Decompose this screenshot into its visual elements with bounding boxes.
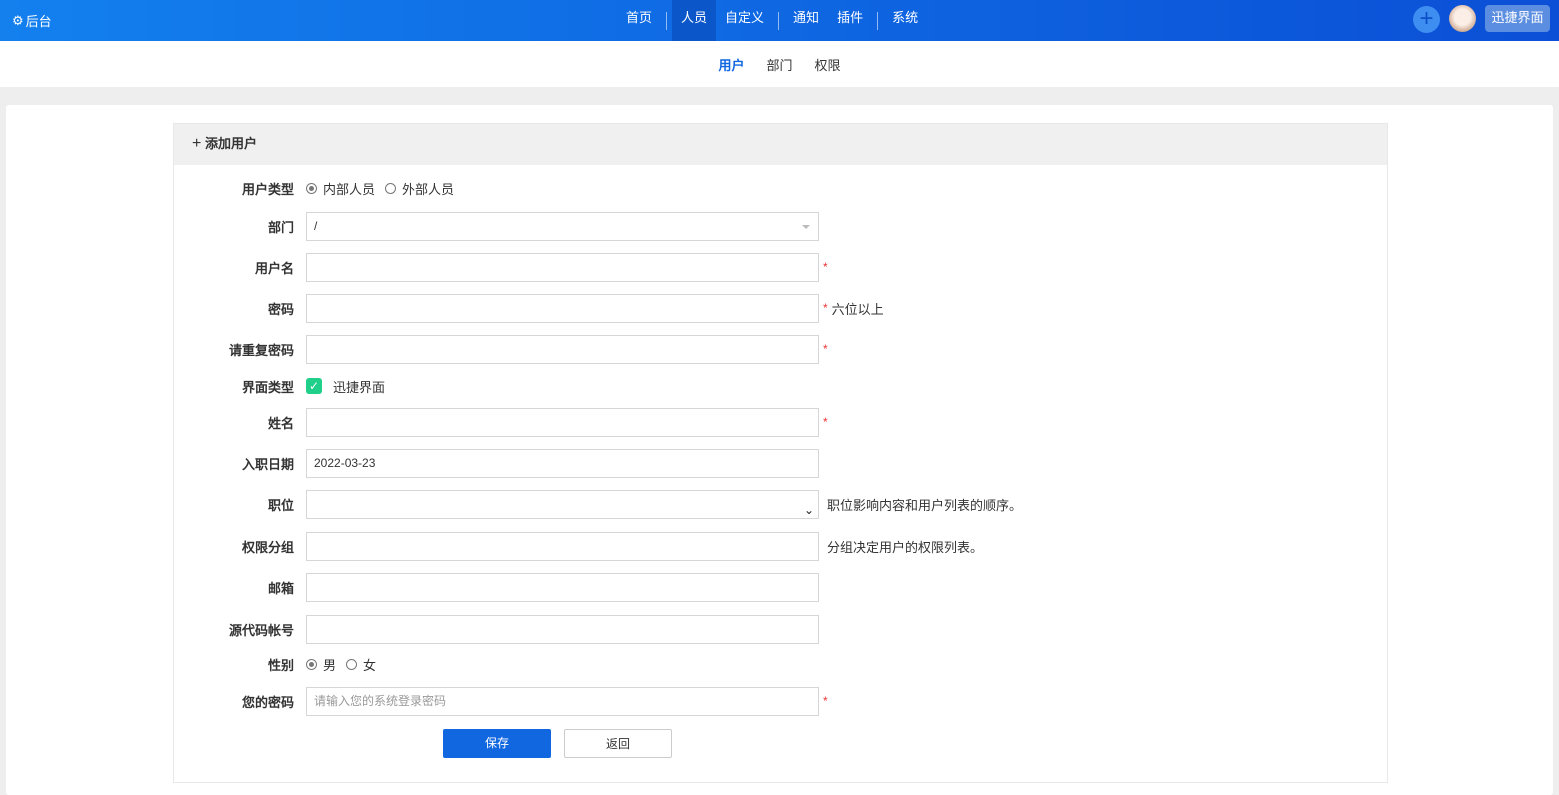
row-name: 姓名 * [174, 407, 828, 437]
required-mark: * [823, 342, 828, 356]
label: 权限分组 [241, 539, 294, 555]
nav-plugins[interactable]: 插件 [828, 0, 872, 41]
row-position: 职位 ⌄ 职位影响内容和用户列表的顺序。 [174, 489, 1023, 519]
main-nav: 首页 人员 自定义 通知 插件 系统 [617, 0, 927, 41]
my-password-input[interactable]: 请输入您的系统登录密码 [306, 686, 819, 716]
dept-select[interactable]: / [306, 211, 819, 241]
nav-people[interactable]: 人员 [672, 0, 717, 41]
email-input[interactable] [306, 572, 819, 602]
row-ui-type: 界面类型 ✓ 迅捷界面 [174, 372, 385, 400]
label: 姓名 [267, 415, 294, 431]
code-account-input[interactable] [306, 614, 819, 644]
subnav-departments[interactable]: 部门 [766, 55, 792, 74]
nav-divider [666, 11, 668, 30]
join-date-input[interactable]: 2022-03-23 [306, 448, 819, 478]
row-password2: 请重复密码 * [174, 334, 828, 364]
label: 邮箱 [267, 580, 294, 596]
checkbox-label: 迅捷界面 [333, 379, 386, 395]
radio-internal[interactable] [306, 182, 317, 194]
chevron-down-icon: ⌄ [803, 502, 814, 517]
label: 用户名 [254, 260, 294, 276]
gear-icon: ⚙ [12, 12, 24, 28]
radio-label: 男 [323, 657, 337, 673]
radio-external[interactable] [385, 182, 397, 194]
password-input[interactable] [306, 293, 819, 323]
radio-female[interactable] [346, 658, 358, 670]
sub-nav: 用户 部门 权限 [0, 41, 1559, 87]
nav-notify[interactable]: 通知 [784, 0, 828, 41]
admin-home-link[interactable]: ⚙ 后台 [12, 11, 52, 30]
row-join-date: 入职日期 2022-03-23 [174, 448, 819, 478]
nav-custom[interactable]: 自定义 [716, 0, 773, 41]
nav-divider [877, 11, 879, 30]
row-username: 用户名 * [174, 252, 828, 282]
row-code-account: 源代码帐号 [174, 614, 819, 644]
hint: 分组决定用户的权限列表。 [827, 539, 984, 555]
row-perm-group: 权限分组 分组决定用户的权限列表。 [174, 531, 984, 561]
hint: 职位影响内容和用户列表的顺序。 [827, 497, 1023, 513]
nav-system[interactable]: 系统 [883, 0, 927, 41]
subnav-users[interactable]: 用户 [718, 55, 744, 74]
row-user-type: 用户类型 内部人员 外部人员 [174, 174, 464, 202]
content-card: + 添加用户 用户类型 内部人员 外部人员 部门 / 用户名 * 密码 * 六位以… [6, 105, 1553, 795]
dept-value: / [314, 218, 318, 233]
radio-label: 内部人员 [323, 181, 376, 197]
row-my-password: 您的密码 请输入您的系统登录密码 * [174, 686, 828, 716]
row-password: 密码 * 六位以上 [174, 293, 884, 323]
panel-title: 添加用户 [204, 136, 257, 151]
back-button[interactable]: 返回 [564, 729, 672, 758]
avatar[interactable] [1449, 5, 1476, 32]
label: 密码 [267, 301, 294, 317]
label: 请重复密码 [228, 342, 294, 358]
username-input[interactable] [306, 252, 819, 282]
quick-ui-checkbox[interactable]: ✓ [306, 378, 322, 394]
required-mark: * [823, 694, 828, 708]
save-button[interactable]: 保存 [443, 729, 551, 758]
radio-male[interactable] [306, 658, 317, 670]
panel-header: + 添加用户 [174, 124, 1387, 165]
repeat-password-input[interactable] [306, 334, 819, 364]
quick-ui-button[interactable]: 迅捷界面 [1485, 5, 1550, 32]
position-select[interactable]: ⌄ [306, 489, 819, 519]
required-mark: * [823, 415, 828, 429]
nav-divider [778, 11, 780, 30]
row-email: 邮箱 [174, 572, 819, 602]
label: 您的密码 [241, 694, 294, 710]
perm-group-input[interactable] [306, 531, 819, 561]
add-user-panel: + 添加用户 用户类型 内部人员 外部人员 部门 / 用户名 * 密码 * 六位以… [173, 123, 1388, 783]
label: 部门 [267, 219, 294, 235]
label: 源代码帐号 [228, 622, 294, 638]
required-mark: * [823, 301, 828, 315]
label: 入职日期 [241, 456, 294, 472]
nav-home[interactable]: 首页 [617, 0, 661, 41]
required-mark: * [823, 260, 828, 274]
plus-icon: + [192, 135, 202, 152]
brand-label: 后台 [25, 14, 52, 29]
row-dept: 部门 / [174, 211, 819, 241]
label: 用户类型 [241, 181, 294, 197]
radio-label: 外部人员 [402, 181, 455, 197]
add-icon[interactable]: + [1413, 6, 1440, 33]
hint: 六位以上 [831, 301, 884, 317]
radio-label: 女 [363, 657, 377, 673]
subnav-permissions[interactable]: 权限 [815, 55, 841, 74]
top-navbar: ⚙ 后台 首页 人员 自定义 通知 插件 系统 + 迅捷界面 [0, 0, 1559, 41]
label: 界面类型 [241, 379, 294, 395]
row-gender: 性别 男 女 [174, 650, 386, 678]
name-input[interactable] [306, 407, 819, 437]
label: 职位 [267, 497, 294, 513]
label: 性别 [267, 657, 294, 673]
dropdown-caret-icon [802, 224, 810, 233]
